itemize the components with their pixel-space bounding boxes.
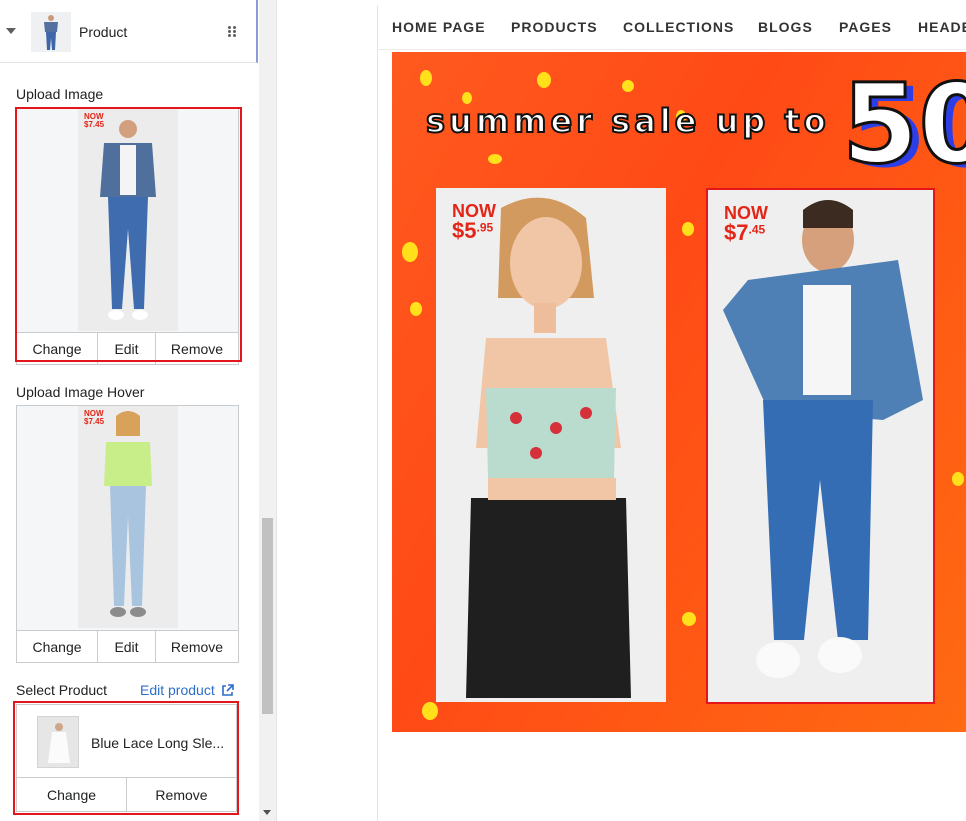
remove-hover-image-button[interactable]: Remove (156, 631, 238, 662)
summer-sale-banner[interactable]: summer sale up to 50 NOW $5.95 NOW $7.45 (392, 52, 966, 732)
select-product-actions: Change Remove (17, 777, 236, 811)
card-1-price: NOW $5.95 (452, 201, 496, 243)
main-navigation: HOME PAGE PRODUCTS COLLECTIONS BLOGS PAG… (378, 6, 966, 50)
nav-collections[interactable]: COLLECTIONS (623, 19, 734, 35)
selected-product-card: Blue Lace Long Sle... Change Remove (16, 704, 237, 812)
product-thumbnail (31, 12, 71, 52)
drag-handle-icon[interactable] (228, 26, 238, 38)
change-image-button[interactable]: Change (17, 333, 98, 364)
upload-image-hover-preview[interactable]: NOW $7.45 (78, 406, 178, 628)
selected-product-name: Blue Lace Long Sle... (91, 735, 225, 751)
change-product-button[interactable]: Change (17, 778, 127, 811)
edit-product-link-text: Edit product (140, 682, 215, 698)
banner-product-card-1[interactable]: NOW $5.95 (436, 188, 666, 702)
nav-blogs[interactable]: BLOGS (758, 19, 813, 35)
nav-home-page[interactable]: HOME PAGE (392, 19, 486, 35)
remove-image-button[interactable]: Remove (156, 333, 238, 364)
section-title: Product (79, 24, 128, 40)
product-section-header[interactable]: Product (0, 0, 258, 63)
upload-image-hover-label: Upload Image Hover (16, 384, 145, 400)
edit-hover-image-button[interactable]: Edit (98, 631, 156, 662)
selected-product-thumb (37, 716, 79, 768)
upload-image-label: Upload Image (16, 86, 104, 102)
upload-image-hover-card: NOW $7.45 Change Edit Remove (16, 405, 239, 663)
upload-image-preview[interactable]: NOW $7.45 (78, 109, 178, 331)
upload-image-actions: Change Edit Remove (17, 332, 238, 364)
upload-image-card: NOW $7.45 Change Edit Remove (16, 108, 239, 365)
nav-pages[interactable]: PAGES (839, 19, 892, 35)
banner-headline: summer sale up to (425, 101, 830, 141)
caret-down-icon[interactable] (6, 28, 16, 34)
sidebar-scrollbar-thumb[interactable] (262, 518, 273, 714)
change-hover-image-button[interactable]: Change (17, 631, 98, 662)
hover-thumb-price: NOW $7.45 (84, 409, 105, 426)
edit-image-button[interactable]: Edit (98, 333, 156, 364)
external-link-icon (221, 683, 234, 696)
upload-image-hover-actions: Change Edit Remove (17, 630, 238, 662)
remove-product-button[interactable]: Remove (127, 778, 236, 811)
settings-sidebar: Product Upload Image NOW $7.45 Change Ed… (0, 0, 277, 821)
edit-product-link[interactable]: Edit product (140, 682, 234, 698)
card-2-price: NOW $7.45 (724, 203, 768, 245)
nav-header[interactable]: HEADE (918, 19, 966, 35)
select-product-label: Select Product (16, 682, 108, 698)
thumb-price: NOW $7.45 (84, 112, 105, 129)
banner-product-card-2[interactable]: NOW $7.45 (708, 190, 934, 702)
scroll-down-arrow-icon[interactable] (263, 810, 271, 815)
banner-discount-number: 50 (840, 59, 966, 190)
nav-products[interactable]: PRODUCTS (511, 19, 598, 35)
